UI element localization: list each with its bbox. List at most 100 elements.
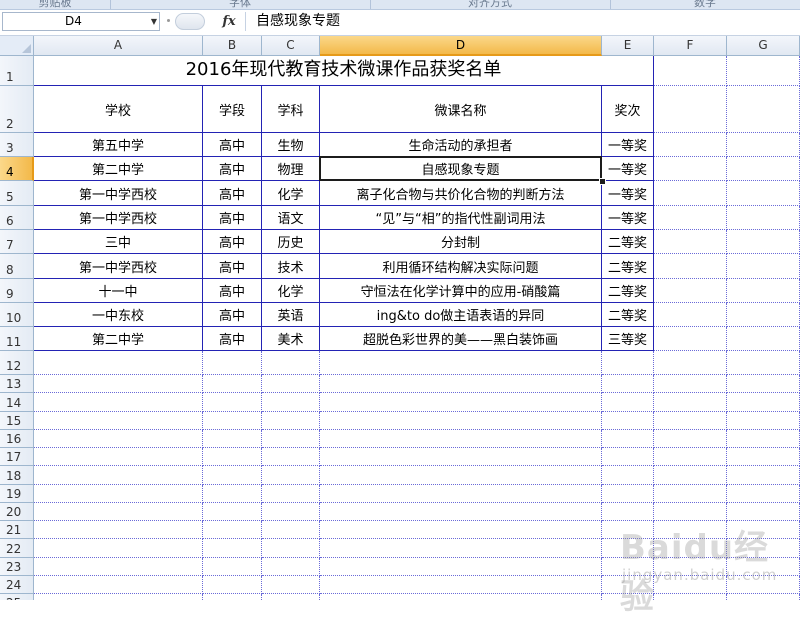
empty-cell[interactable] xyxy=(727,133,800,157)
empty-cell[interactable] xyxy=(203,503,262,521)
empty-cell[interactable] xyxy=(602,576,654,594)
table-cell[interactable]: 一等奖 xyxy=(602,206,654,230)
empty-cell[interactable] xyxy=(602,448,654,466)
empty-cell[interactable] xyxy=(727,393,800,412)
empty-cell[interactable] xyxy=(727,206,800,230)
empty-cell[interactable] xyxy=(262,503,320,521)
empty-cell[interactable] xyxy=(727,503,800,521)
row-header-11[interactable]: 11 xyxy=(0,327,34,351)
empty-cell[interactable] xyxy=(34,594,203,600)
table-cell[interactable]: 技术 xyxy=(262,254,320,279)
empty-cell[interactable] xyxy=(262,558,320,576)
empty-cell[interactable] xyxy=(320,594,602,600)
empty-cell[interactable] xyxy=(654,448,727,466)
row-header-8[interactable]: 8 xyxy=(0,254,34,279)
table-header-cell[interactable]: 学校 xyxy=(34,86,203,133)
table-cell[interactable]: 守恒法在化学计算中的应用-硝酸篇 xyxy=(320,279,602,303)
table-cell[interactable]: 一等奖 xyxy=(602,181,654,206)
empty-cell[interactable] xyxy=(727,254,800,279)
empty-cell[interactable] xyxy=(203,594,262,600)
empty-cell[interactable] xyxy=(320,521,602,539)
row-header-21[interactable]: 21 xyxy=(0,521,34,539)
empty-cell[interactable] xyxy=(727,303,800,327)
empty-cell[interactable] xyxy=(34,430,203,448)
empty-cell[interactable] xyxy=(262,430,320,448)
empty-cell[interactable] xyxy=(727,430,800,448)
empty-cell[interactable] xyxy=(320,576,602,594)
empty-cell[interactable] xyxy=(654,412,727,430)
row-header-3[interactable]: 3 xyxy=(0,133,34,157)
row-header-13[interactable]: 13 xyxy=(0,375,34,393)
column-header-f[interactable]: F xyxy=(654,36,727,56)
table-cell[interactable]: 高中 xyxy=(203,279,262,303)
empty-cell[interactable] xyxy=(262,393,320,412)
row-header-24[interactable]: 24 xyxy=(0,576,34,594)
empty-cell[interactable] xyxy=(602,375,654,393)
table-cell[interactable]: 二等奖 xyxy=(602,230,654,254)
empty-cell[interactable] xyxy=(727,485,800,503)
chevron-down-icon[interactable]: ▼ xyxy=(151,13,157,30)
empty-cell[interactable] xyxy=(320,412,602,430)
fill-handle[interactable] xyxy=(599,178,606,185)
empty-cell[interactable] xyxy=(602,503,654,521)
empty-cell[interactable] xyxy=(602,351,654,375)
empty-cell[interactable] xyxy=(654,503,727,521)
empty-cell[interactable] xyxy=(727,157,800,181)
empty-cell[interactable] xyxy=(602,594,654,600)
empty-cell[interactable] xyxy=(654,254,727,279)
empty-cell[interactable] xyxy=(727,327,800,351)
table-cell[interactable]: 三中 xyxy=(34,230,203,254)
empty-cell[interactable] xyxy=(34,521,203,539)
select-all-button[interactable] xyxy=(0,36,34,56)
empty-cell[interactable] xyxy=(34,539,203,558)
table-cell[interactable]: 美术 xyxy=(262,327,320,351)
empty-cell[interactable] xyxy=(34,466,203,485)
name-box[interactable]: D4 ▼ xyxy=(2,12,160,31)
empty-cell[interactable] xyxy=(654,56,727,86)
row-header-17[interactable]: 17 xyxy=(0,448,34,466)
row-header-25[interactable]: 25 xyxy=(0,594,34,600)
empty-cell[interactable] xyxy=(34,351,203,375)
table-cell[interactable]: 二等奖 xyxy=(602,279,654,303)
row-header-6[interactable]: 6 xyxy=(0,206,34,230)
row-header-1[interactable]: 1 xyxy=(0,56,34,86)
table-cell[interactable]: 第二中学 xyxy=(34,157,203,181)
table-cell[interactable]: 生命活动的承担者 xyxy=(320,133,602,157)
row-header-12[interactable]: 12 xyxy=(0,351,34,375)
empty-cell[interactable] xyxy=(654,327,727,351)
empty-cell[interactable] xyxy=(602,466,654,485)
row-header-22[interactable]: 22 xyxy=(0,539,34,558)
empty-cell[interactable] xyxy=(727,351,800,375)
row-header-9[interactable]: 9 xyxy=(0,279,34,303)
empty-cell[interactable] xyxy=(727,375,800,393)
table-cell[interactable]: 高中 xyxy=(203,133,262,157)
empty-cell[interactable] xyxy=(602,485,654,503)
empty-cell[interactable] xyxy=(262,466,320,485)
empty-cell[interactable] xyxy=(727,558,800,576)
table-cell[interactable]: 一中东校 xyxy=(34,303,203,327)
empty-cell[interactable] xyxy=(203,412,262,430)
table-cell[interactable]: ing&to do做主语表语的异同 xyxy=(320,303,602,327)
empty-cell[interactable] xyxy=(654,466,727,485)
empty-cell[interactable] xyxy=(320,448,602,466)
row-header-7[interactable]: 7 xyxy=(0,230,34,254)
row-header-2[interactable]: 2 xyxy=(0,86,34,133)
empty-cell[interactable] xyxy=(34,393,203,412)
table-header-cell[interactable]: 奖次 xyxy=(602,86,654,133)
table-cell[interactable]: 二等奖 xyxy=(602,254,654,279)
table-cell[interactable]: 一等奖 xyxy=(602,133,654,157)
empty-cell[interactable] xyxy=(727,576,800,594)
table-cell[interactable]: 语文 xyxy=(262,206,320,230)
table-cell[interactable]: 生物 xyxy=(262,133,320,157)
empty-cell[interactable] xyxy=(262,375,320,393)
empty-cell[interactable] xyxy=(320,558,602,576)
table-cell[interactable]: 第五中学 xyxy=(34,133,203,157)
table-cell[interactable]: 十一中 xyxy=(34,279,203,303)
empty-cell[interactable] xyxy=(34,576,203,594)
table-cell[interactable]: 高中 xyxy=(203,181,262,206)
empty-cell[interactable] xyxy=(654,485,727,503)
table-cell[interactable]: 化学 xyxy=(262,181,320,206)
empty-cell[interactable] xyxy=(654,303,727,327)
table-cell[interactable]: 高中 xyxy=(203,254,262,279)
insert-function-button[interactable]: fx xyxy=(218,12,240,31)
